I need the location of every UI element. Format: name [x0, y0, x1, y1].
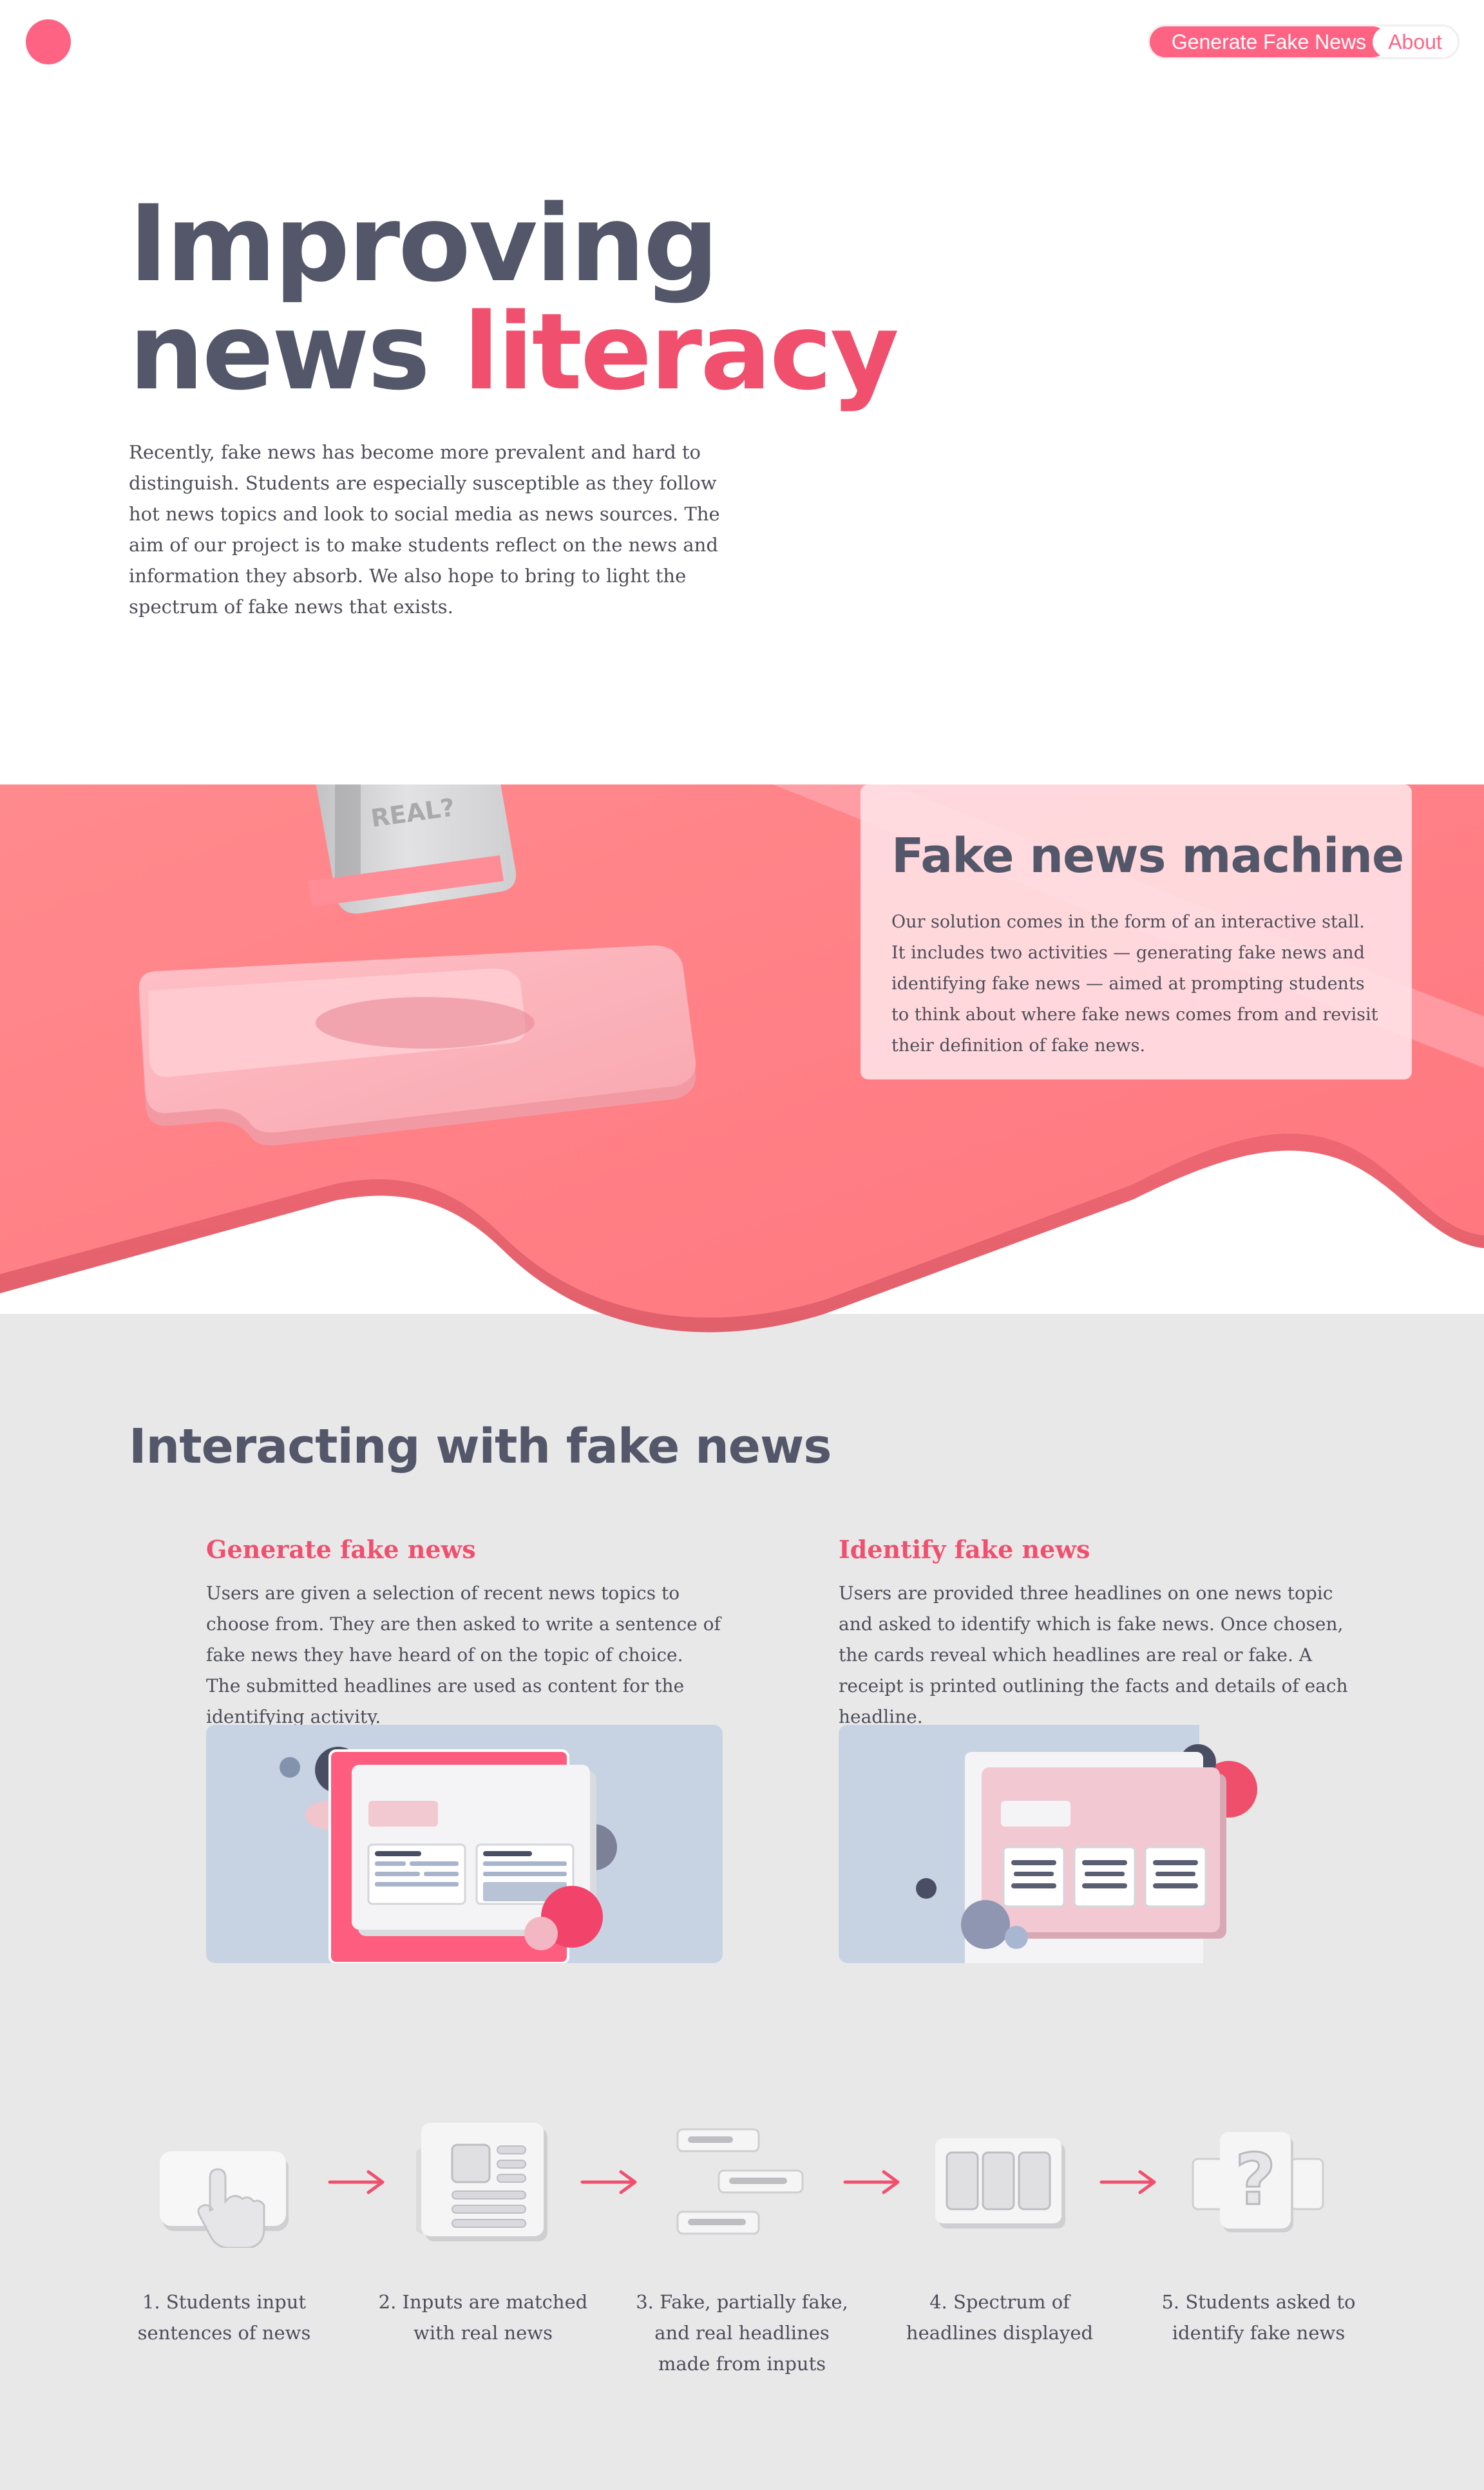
machine-paragraph: Our solution comes in the form of an int…: [891, 912, 1378, 1056]
top-nav: Generate Fake News About: [1148, 24, 1460, 59]
about-button[interactable]: About: [1373, 26, 1458, 57]
activity-identify-text: Users are provided three headlines on on…: [839, 1582, 1348, 1727]
activity-generate: Generate fake news Users are given a sel…: [206, 1532, 723, 1733]
hero-paragraph: Recently, fake news has become more prev…: [129, 441, 720, 618]
step-label: 5. Students asked to identify fake news: [1161, 2291, 1356, 2344]
question-icon: ?: [1192, 2132, 1324, 2232]
cards-icon: [935, 2138, 1065, 2229]
activity-identify: Identify fake news Users are provided th…: [839, 1532, 1355, 1733]
generate-illustration: [206, 1725, 723, 1963]
interacting-title: Interacting with fake news: [129, 1419, 832, 1474]
headlines-icon: [676, 2128, 804, 2235]
arrow-right-icon: [1099, 2170, 1156, 2194]
machine-card: Fake news machine Our solution comes in …: [861, 784, 1412, 1079]
hero-title-line2: news literacy: [129, 298, 899, 406]
hero-title: Improving news literacy: [129, 182, 899, 406]
machine-title: Fake news machine: [891, 828, 1404, 884]
arrow-right-icon: [843, 2170, 900, 2194]
step-label: 1. Students input sentences of news: [137, 2291, 311, 2344]
hero-title-line1: Improving: [129, 182, 719, 305]
step-label: 4. Spectrum of headlines displayed: [906, 2291, 1094, 2344]
svg-text:?: ?: [1235, 2138, 1276, 2221]
step-label: 2. Inputs are matched with real news: [378, 2291, 588, 2344]
step-label: 3. Fake, partially fake, and real headli…: [636, 2291, 848, 2375]
generate-fake-news-button[interactable]: Generate Fake News: [1150, 26, 1388, 57]
touch-hand-icon: [160, 2151, 289, 2248]
hero-title-accent: literacy: [463, 290, 899, 413]
arrow-right-icon: [328, 2170, 385, 2194]
activity-generate-heading: Generate fake news: [206, 1535, 476, 1564]
identify-illustration: [839, 1725, 1355, 1963]
hero-title-plain: news: [129, 290, 430, 413]
arrow-right-icon: [580, 2170, 637, 2194]
logo[interactable]: [26, 19, 71, 64]
newspaper-icon: [416, 2123, 547, 2241]
activity-identify-heading: Identify fake news: [839, 1535, 1090, 1564]
activity-generate-text: Users are given a selection of recent ne…: [206, 1582, 721, 1727]
